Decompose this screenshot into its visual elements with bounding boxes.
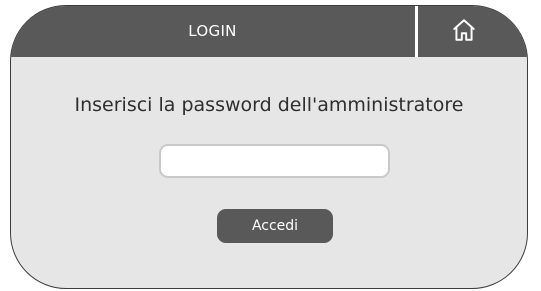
password-prompt: Inserisci la password dell'amministrator… (74, 94, 464, 116)
page-title: LOGIN (188, 22, 237, 40)
password-field[interactable] (159, 144, 390, 178)
home-button[interactable] (418, 6, 527, 57)
login-button[interactable]: Accedi (217, 209, 333, 243)
home-icon (451, 17, 497, 47)
login-panel: LOGIN Inserisci la password dell'amminis… (10, 5, 528, 289)
header-bar: LOGIN (11, 6, 527, 57)
